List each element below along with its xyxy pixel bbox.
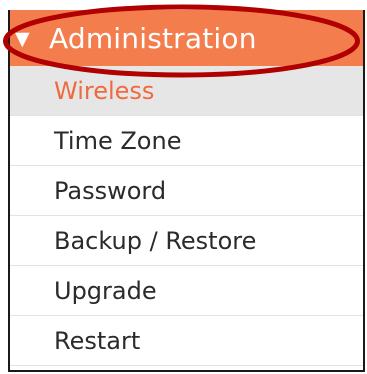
menu-item-label: Restart	[54, 326, 141, 355]
section-title: Administration	[49, 21, 257, 55]
menu-item-time-zone[interactable]: Time Zone	[10, 116, 363, 166]
menu-item-label: Backup / Restore	[54, 226, 257, 255]
menu-item-backup-restore[interactable]: Backup / Restore	[10, 216, 363, 266]
menu-item-label: Upgrade	[54, 276, 157, 305]
menu-item-wireless[interactable]: Wireless	[10, 66, 363, 116]
menu-item-password[interactable]: Password	[10, 166, 363, 216]
admin-menu-panel: ▼ Administration Wireless Time Zone Pass…	[8, 10, 365, 372]
menu-item-label: Time Zone	[54, 126, 182, 155]
admin-submenu: Wireless Time Zone Password Backup / Res…	[10, 66, 363, 366]
menu-item-restart[interactable]: Restart	[10, 316, 363, 366]
menu-item-upgrade[interactable]: Upgrade	[10, 266, 363, 316]
triangle-down-icon: ▼	[15, 27, 30, 50]
menu-item-label: Password	[54, 176, 167, 205]
administration-section-header[interactable]: ▼ Administration	[10, 10, 363, 66]
menu-item-label: Wireless	[54, 76, 155, 105]
